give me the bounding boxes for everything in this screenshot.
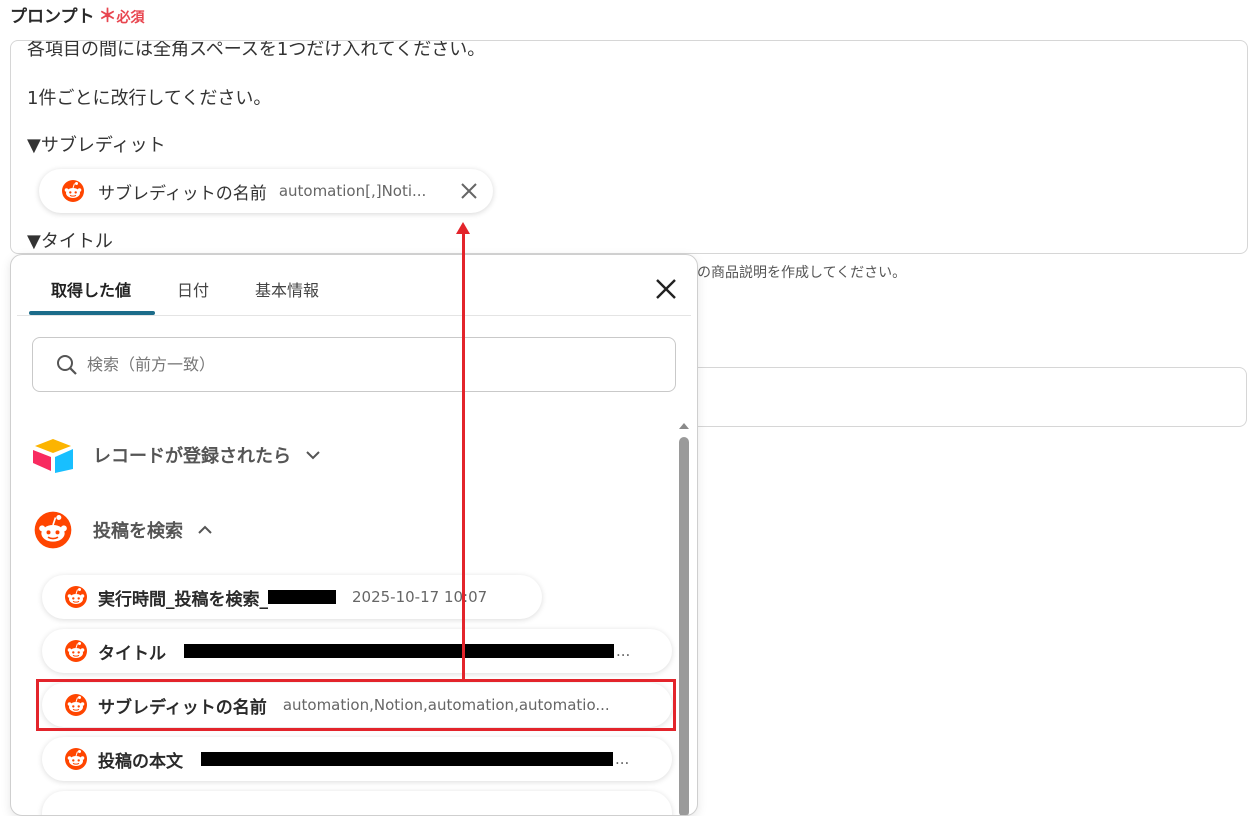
chevron-down-icon [306,451,320,460]
prompt-line-2: 1件ごとに改行してください。 [27,88,272,109]
prompt-line-4: ▼タイトル [27,231,113,252]
prompt-label-text: プロンプト [10,7,95,27]
variable-chip-subreddit[interactable]: サブレディットの名前 automation[,]Noti... [39,169,493,213]
redacted-block [184,644,614,658]
required-mark: ＊ [98,6,117,27]
list-item-post-body[interactable]: 投稿の本文 ... [42,737,672,781]
section-record-registered[interactable]: レコードが登録されたら [31,437,321,473]
chip-remove-icon[interactable] [459,181,479,201]
section-label: レコードが登録されたら [93,446,291,467]
tab-date[interactable]: 日付 [177,277,209,301]
reddit-icon [64,585,88,609]
item-value: ... [615,750,630,768]
redacted-block [268,590,336,604]
value-picker-dropdown: 取得した値 日付 基本情報 レコードが登録されたら 投稿を検索 [10,254,698,816]
list-item-title[interactable]: タイトル ... [42,629,672,673]
airtable-icon [33,439,73,473]
item-label: タイトル [98,643,166,664]
list-item-execution-time[interactable]: 実行時間_投稿を検索_ 2025-10-17 10:07 [42,575,542,619]
reddit-icon [61,179,85,203]
prompt-textarea[interactable]: 各項目の間には全角スペースを1つだけ入れてください。 1件ごとに改行してください… [10,40,1248,254]
chip-label: サブレディットの名前 [98,183,267,204]
chevron-up-icon [198,525,212,534]
reddit-icon [33,510,73,550]
item-label: 投稿の本文 [98,751,183,772]
highlight-annotation-box [36,679,676,731]
item-value: ... [616,642,631,660]
reddit-icon [64,639,88,663]
search-box [32,337,676,392]
tab-basic-info[interactable]: 基本情報 [255,277,319,301]
section-search-posts[interactable]: 投稿を検索 [31,510,213,550]
annotation-arrow-line [462,232,465,679]
prompt-field-label: プロンプト ＊必須 [10,2,145,28]
tab-acquired-values[interactable]: 取得した値 [51,277,131,301]
prompt-line-1: 各項目の間には全角スペースを1つだけ入れてください。 [27,40,486,60]
required-text: 必須 [116,10,145,26]
redacted-block [201,752,613,766]
secondary-input[interactable] [690,367,1247,427]
annotation-arrow-head-icon [456,222,470,234]
scrollbar-thumb[interactable] [679,437,689,815]
active-tab-indicator [29,311,155,315]
tab-bar: 取得した値 日付 基本情報 [17,255,691,316]
close-icon[interactable] [653,276,679,302]
prompt-line-3: ▼サブレディット [27,135,166,156]
item-value: 2025-10-17 10:07 [352,588,488,606]
hint-text: の商品説明を作成してください。 [697,265,907,281]
search-input[interactable] [85,354,649,375]
search-icon [57,354,77,375]
section-label: 投稿を検索 [93,521,183,542]
reddit-icon [64,747,88,771]
item-label: 実行時間_投稿を検索_ [98,589,268,610]
scroll-up-arrow-icon[interactable] [678,420,690,432]
chip-value: automation[,]Noti... [278,182,427,200]
